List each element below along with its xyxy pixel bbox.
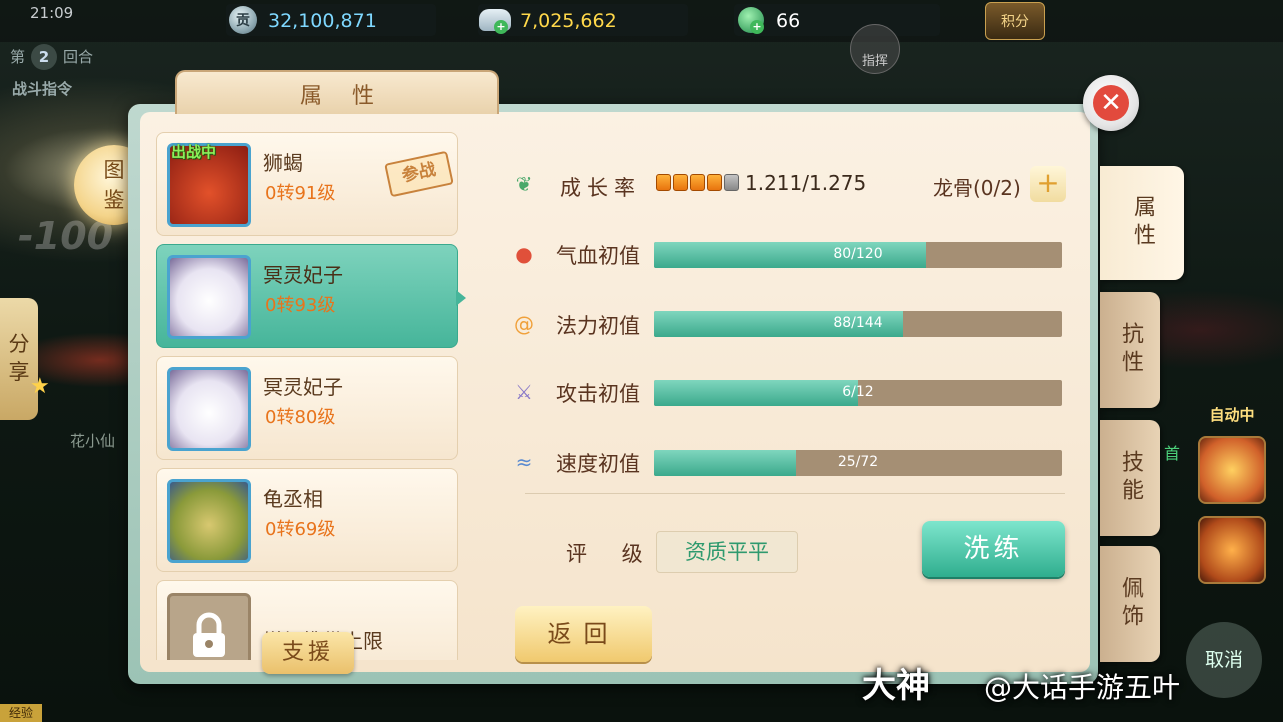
selection-pointer	[456, 290, 466, 306]
speed-bar: 25/72	[654, 450, 1062, 476]
growth-value: 1.211/1.275	[745, 171, 867, 195]
auto-battle-label: 自动中	[1209, 406, 1255, 424]
tab-accessories[interactable]: 佩饰	[1100, 546, 1160, 662]
pet-level: 0转93级	[265, 295, 336, 316]
clock: 21:09	[30, 4, 74, 22]
first-label: 首	[1164, 444, 1181, 463]
close-button[interactable]: ✕	[1083, 75, 1139, 131]
battle-stamp: 参战	[384, 150, 454, 198]
add-dragon-bone-button[interactable]: +	[1030, 166, 1066, 202]
panel-title-tab: 属性	[175, 70, 499, 114]
ally-name: 花小仙	[70, 432, 116, 450]
pet-avatar	[167, 479, 251, 563]
attack-bar: 6/12	[654, 380, 1062, 406]
jade-value: 66	[776, 10, 801, 32]
attack-label: 攻击初值	[556, 382, 640, 406]
tab-skills[interactable]: 技能	[1100, 420, 1160, 536]
add-jade-icon: +	[750, 20, 764, 34]
growth-pip	[707, 174, 722, 191]
refine-button[interactable]: 洗练	[922, 521, 1065, 577]
skill-slot-icon[interactable]	[1198, 436, 1266, 504]
watermark-brand: 大神	[862, 666, 930, 706]
lock-icon	[167, 593, 251, 660]
sword-icon: ⚔	[515, 380, 533, 404]
pet-item[interactable]: 冥灵妃子 0转80级	[156, 356, 458, 460]
pet-item[interactable]: 冥灵妃子 0转93级	[156, 244, 458, 348]
pet-item[interactable]: 龟丞相 0转69级	[156, 468, 458, 572]
silver-resource[interactable]: + 7,025,662	[478, 4, 688, 36]
hp-bar: 80/120	[654, 242, 1062, 268]
mp-value: 88/144	[833, 315, 883, 331]
leaf-icon: ❦	[515, 172, 533, 196]
jade-resource[interactable]: + 66	[734, 4, 940, 36]
rating-label: 评 级	[566, 542, 657, 566]
pet-name: 龟丞相	[263, 487, 323, 511]
mp-bar: 88/144	[654, 311, 1062, 337]
skill-slot-icon[interactable]	[1198, 516, 1266, 584]
share-button[interactable]: 分享	[0, 298, 38, 420]
pet-name: 狮蝎	[263, 151, 303, 175]
growth-pip	[724, 174, 739, 191]
round-indicator: 第 2 回合	[10, 44, 93, 70]
dragon-bone-label: 龙骨(0/2)	[933, 176, 1021, 200]
points-button[interactable]: 积分	[985, 2, 1045, 40]
back-button[interactable]: 返回	[515, 606, 652, 662]
support-button[interactable]: 支援	[262, 632, 354, 674]
contribution-resource[interactable]: 贡 32,100,871	[226, 4, 436, 36]
pet-avatar	[167, 255, 251, 339]
contribution-coin-icon: 贡	[229, 6, 257, 34]
panel-title: 属性	[299, 84, 404, 109]
command-button[interactable]: 指挥	[850, 24, 900, 74]
pet-name: 冥灵妃子	[263, 263, 343, 287]
exp-label: 经验	[0, 704, 42, 722]
pet-level: 0转80级	[265, 407, 336, 428]
pet-item[interactable]: 出战中 狮蝎 0转91级 参战	[156, 132, 458, 236]
pet-name: 冥灵妃子	[263, 375, 343, 399]
hp-value: 80/120	[833, 246, 883, 262]
top-status-bar: 21:09 贡 32,100,871 + 7,025,662 + 66 积分	[0, 0, 1283, 42]
pet-level: 0转69级	[265, 519, 336, 540]
attack-value: 6/12	[842, 384, 874, 400]
speed-value: 25/72	[837, 454, 879, 470]
growth-pip	[656, 174, 671, 191]
star-icon: ★	[30, 374, 50, 399]
hp-label: 气血初值	[556, 244, 640, 268]
tab-resistance[interactable]: 抗性	[1100, 292, 1160, 408]
mana-swirl-icon: @	[514, 312, 534, 336]
growth-pip	[690, 174, 705, 191]
pet-level: 0转91级	[265, 183, 336, 204]
speed-label: 速度初值	[556, 452, 640, 476]
watermark-account: @大话手游五叶	[984, 671, 1181, 704]
battle-command-label[interactable]: 战斗指令	[12, 78, 72, 99]
active-badge: 出战中	[171, 143, 217, 161]
contribution-value: 32,100,871	[268, 10, 377, 32]
pet-avatar	[167, 367, 251, 451]
cancel-button[interactable]: 取消	[1186, 622, 1262, 698]
divider	[525, 493, 1065, 494]
blood-drop-icon: ●	[515, 242, 533, 266]
growth-pip	[673, 174, 688, 191]
mp-label: 法力初值	[556, 314, 640, 338]
close-icon: ✕	[1093, 85, 1129, 121]
growth-meter	[656, 174, 739, 191]
rating-value: 资质平平	[656, 531, 798, 573]
wind-icon: ≈	[515, 450, 533, 474]
silver-value: 7,025,662	[520, 10, 617, 32]
pet-list[interactable]: 出战中 狮蝎 0转91级 参战 冥灵妃子 0转93级 冥灵妃子 0转80级 龟丞…	[156, 132, 460, 660]
tab-attributes[interactable]: 属性	[1100, 166, 1184, 280]
add-silver-icon: +	[494, 20, 508, 34]
growth-label: 成长率	[560, 176, 641, 200]
